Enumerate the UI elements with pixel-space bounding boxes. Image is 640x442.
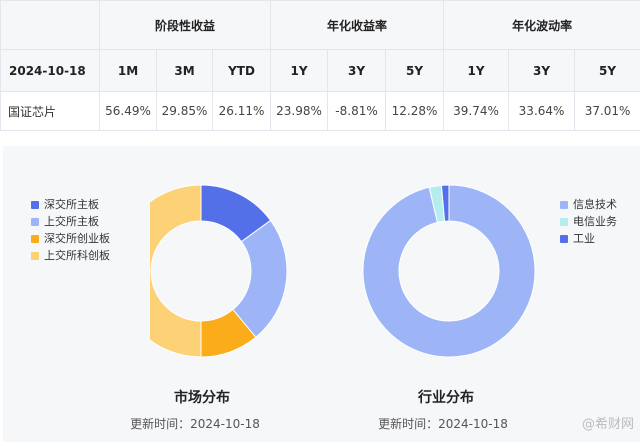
legend-item[interactable]: 信息技术 bbox=[560, 196, 617, 213]
col-header: 3M bbox=[156, 49, 213, 92]
legend-swatch bbox=[31, 251, 39, 260]
table-cell: 39.74% bbox=[443, 91, 510, 131]
group-header-period-return: 阶段性收益 bbox=[98, 0, 272, 50]
distribution-panel bbox=[3, 146, 640, 442]
legend-item[interactable]: 电信业务 bbox=[560, 213, 617, 230]
donut-slice[interactable] bbox=[150, 184, 202, 358]
legend-label: 电信业务 bbox=[573, 215, 617, 228]
industry-update-time: 更新时间：2024-10-18 bbox=[378, 417, 508, 431]
legend-swatch bbox=[31, 200, 39, 209]
legend-item[interactable]: 深交所创业板 bbox=[31, 230, 110, 247]
legend-swatch bbox=[560, 217, 568, 226]
group-header-annual-return: 年化收益率 bbox=[270, 0, 445, 50]
col-header: 1M bbox=[99, 49, 157, 92]
table-cell: 37.01% bbox=[574, 91, 640, 131]
table-row: 国证芯片 56.49% 29.85% 26.11% 23.98% -8.81% … bbox=[0, 91, 640, 131]
legend-label: 信息技术 bbox=[573, 198, 617, 211]
legend-item[interactable]: 上交所主板 bbox=[31, 213, 110, 230]
col-header: 5Y bbox=[574, 49, 640, 92]
watermark-logo: @希财网 bbox=[581, 417, 634, 432]
market-legend: 深交所主板 上交所主板 深交所创业板 上交所科创板 bbox=[31, 196, 110, 264]
table-cell: -8.81% bbox=[327, 91, 387, 131]
industry-donut-chart bbox=[362, 184, 536, 358]
industry-legend: 信息技术 电信业务 工业 bbox=[560, 196, 617, 247]
legend-swatch bbox=[31, 217, 39, 226]
table-date: 2024-10-18 bbox=[0, 49, 100, 92]
table-cell: 33.64% bbox=[508, 91, 576, 131]
group-header-annual-volatility: 年化波动率 bbox=[443, 0, 640, 50]
table-cell: 23.98% bbox=[270, 91, 329, 131]
table-cell: 12.28% bbox=[385, 91, 445, 131]
market-update-time: 更新时间：2024-10-18 bbox=[130, 417, 260, 431]
industry-chart-title: 行业分布 bbox=[418, 390, 474, 406]
legend-label: 上交所科创板 bbox=[44, 249, 110, 262]
legend-swatch bbox=[560, 200, 568, 209]
corner-cell bbox=[0, 0, 100, 50]
table-cell: 29.85% bbox=[156, 91, 213, 131]
market-donut-chart bbox=[150, 184, 288, 358]
legend-label: 深交所主板 bbox=[44, 198, 99, 211]
col-header: 1Y bbox=[270, 49, 329, 92]
legend-swatch bbox=[560, 234, 568, 243]
legend-label: 上交所主板 bbox=[44, 215, 99, 228]
legend-item[interactable]: 深交所主板 bbox=[31, 196, 110, 213]
table-cell: 56.49% bbox=[99, 91, 157, 131]
table-cell: 26.11% bbox=[211, 91, 272, 131]
market-chart-title: 市场分布 bbox=[174, 390, 230, 406]
legend-swatch bbox=[31, 234, 39, 243]
col-header: YTD bbox=[211, 49, 272, 92]
legend-label: 工业 bbox=[573, 232, 595, 245]
performance-table: 阶段性收益 年化收益率 年化波动率 2024-10-18 1M 3M YTD 1… bbox=[0, 0, 640, 131]
legend-label: 深交所创业板 bbox=[44, 232, 110, 245]
legend-item[interactable]: 工业 bbox=[560, 230, 617, 247]
col-header: 3Y bbox=[508, 49, 576, 92]
index-name: 国证芯片 bbox=[0, 91, 100, 131]
col-header: 1Y bbox=[443, 49, 510, 92]
legend-item[interactable]: 上交所科创板 bbox=[31, 247, 110, 264]
col-header: 5Y bbox=[385, 49, 445, 92]
col-header: 3Y bbox=[327, 49, 387, 92]
